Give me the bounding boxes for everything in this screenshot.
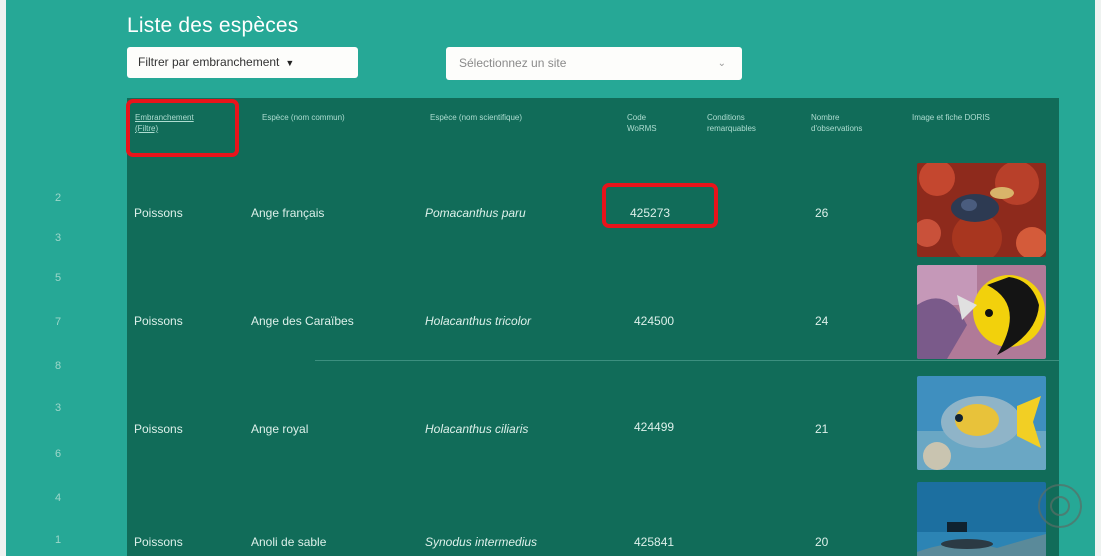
header-line: Nombre [811, 113, 840, 122]
rail-number: 5 [55, 272, 62, 284]
cell-observations: 20 [815, 535, 829, 549]
cell-scientific-name: Synodus intermedius [425, 535, 538, 549]
lizardfish-image [917, 482, 1046, 556]
site-select-placeholder: Sélectionnez un site [459, 56, 567, 70]
caret-down-icon: ▼ [285, 58, 295, 68]
table-row[interactable]: Poissons Anoli de sable Synodus intermed… [127, 474, 1059, 556]
site-select[interactable]: Sélectionnez un site ⌄ [446, 47, 742, 80]
rail-number: 4 [55, 492, 62, 504]
header-common-name: Espèce (nom commun) [262, 112, 345, 123]
species-thumbnail[interactable] [917, 376, 1046, 470]
rail-number: 2 [55, 192, 62, 204]
angelfish-image [917, 265, 1046, 359]
species-table: Embranchement (Filtre) Espèce (nom commun… [127, 98, 1059, 556]
highlight-box-embranchement [126, 99, 239, 157]
rail-number: 6 [55, 448, 62, 460]
header-conditions: Conditions remarquables [707, 112, 756, 134]
cell-scientific-name: Pomacanthus paru [425, 206, 526, 220]
cell-worms-code[interactable]: 424499 [634, 420, 674, 434]
header-line: Conditions [707, 113, 745, 122]
species-thumbnail[interactable] [917, 482, 1046, 556]
cell-scientific-name: Holacanthus tricolor [425, 314, 532, 328]
chevron-down-icon: ⌄ [717, 58, 726, 69]
species-thumbnail[interactable] [917, 163, 1046, 257]
cell-common-name: Anoli de sable [251, 535, 327, 549]
filter-embranchement-button[interactable]: Filtrer par embranchement ▼ [127, 47, 358, 78]
header-image-doris: Image et fiche DORIS [912, 112, 990, 123]
cell-observations: 21 [815, 422, 829, 436]
left-rail-scrollbar: 2 3 5 7 8 3 6 4 1 [42, 180, 72, 556]
header-line: WoRMS [627, 124, 657, 133]
header-line: Image et fiche DORIS [912, 113, 990, 122]
cell-common-name: Ange français [251, 206, 325, 220]
table-row[interactable]: Poissons Ange royal Holacanthus ciliaris… [127, 370, 1059, 474]
cell-common-name: Ange des Caraïbes [251, 314, 354, 328]
cell-embranchement: Poissons [134, 314, 183, 328]
rail-number: 3 [55, 402, 62, 414]
header-line: Espèce (nom scientifique) [430, 113, 523, 122]
cell-worms-code[interactable]: 424500 [634, 314, 674, 328]
highlight-box-worms-code [602, 183, 718, 228]
header-observations: Nombre d'observations [811, 112, 862, 134]
cell-common-name: Ange royal [251, 422, 309, 436]
cell-embranchement: Poissons [134, 422, 183, 436]
header-line: d'observations [811, 124, 863, 133]
rail-number: 1 [55, 534, 62, 546]
cell-observations: 26 [815, 206, 829, 220]
rail-number: 8 [55, 360, 62, 372]
header-line: Espèce (nom commun) [262, 113, 345, 122]
cell-scientific-name: Holacanthus ciliaris [425, 422, 529, 436]
header-line: remarquables [707, 124, 756, 133]
cell-worms-code[interactable]: 425841 [634, 535, 674, 549]
page-title: Liste des espèces [127, 14, 299, 37]
coral-fish-image [917, 163, 1046, 257]
table-row[interactable]: Poissons Ange des Caraïbes Holacanthus t… [127, 264, 1059, 368]
header-worms-code: Code WoRMS [627, 112, 657, 134]
queen-angelfish-image [917, 376, 1046, 470]
rail-number: 3 [55, 232, 62, 244]
cell-embranchement: Poissons [134, 535, 183, 549]
filter-embranchement-label: Filtrer par embranchement [138, 55, 280, 69]
scroll-to-top-icon[interactable] [1038, 484, 1082, 528]
cell-embranchement: Poissons [134, 206, 183, 220]
table-header: Embranchement (Filtre) Espèce (nom commun… [127, 98, 1059, 160]
table-row[interactable]: Poissons Ange français Pomacanthus paru … [127, 160, 1059, 264]
header-scientific-name: Espèce (nom scientifique) [430, 112, 522, 123]
cell-observations: 24 [815, 314, 829, 328]
header-line: Code [627, 113, 647, 122]
rail-number: 7 [55, 316, 62, 328]
species-thumbnail[interactable] [917, 265, 1046, 359]
